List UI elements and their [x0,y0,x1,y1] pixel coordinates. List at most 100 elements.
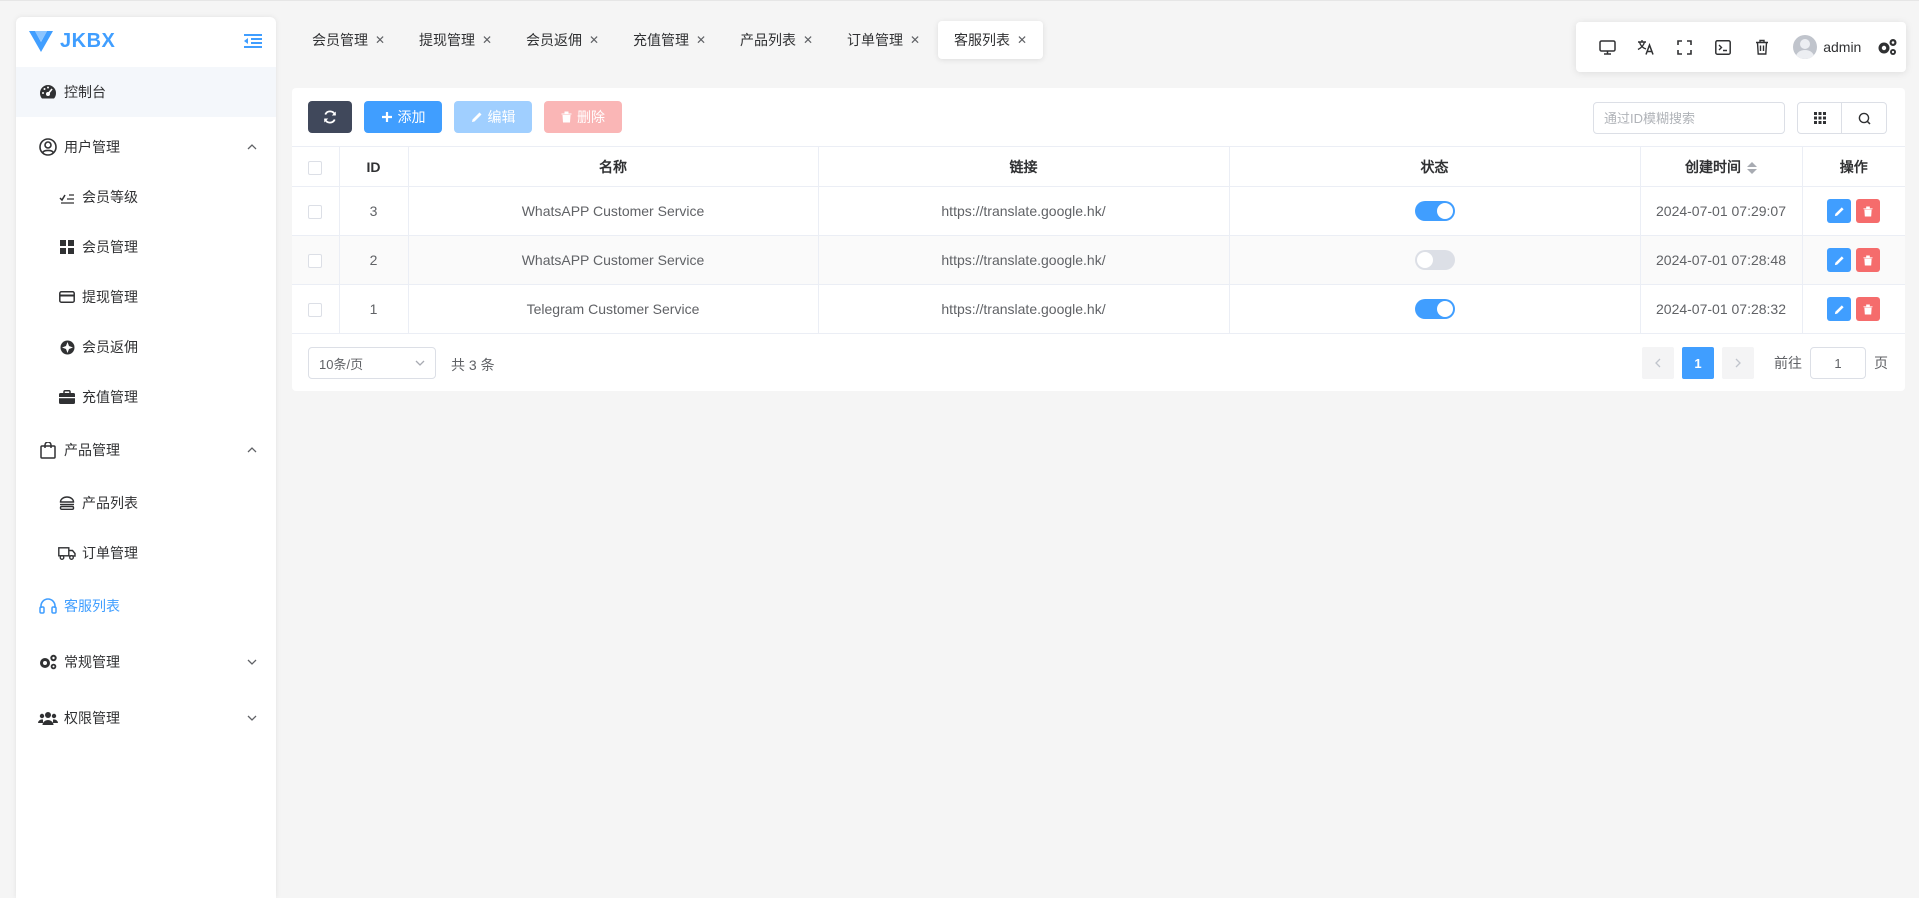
terminal-button[interactable] [1704,27,1743,67]
cell-status [1229,235,1641,285]
submenu-recharge-management[interactable]: 充值管理 [16,372,276,422]
tab-member-commission[interactable]: 会员返佣 ✕ [510,21,615,59]
row-delete-button[interactable] [1856,248,1881,272]
select-all-cell [292,146,340,187]
user-menu[interactable]: admin [1793,35,1861,59]
action-bar: 添加 编辑 删除 [308,101,622,133]
view-button-group [1797,102,1887,134]
submenu-withdraw-management[interactable]: 提现管理 [16,272,276,322]
column-header-created[interactable]: 创建时间 [1640,146,1803,187]
submenu-member-management[interactable]: 会员管理 [16,222,276,272]
menu-general-management[interactable]: 常规管理 [16,637,276,687]
status-switch[interactable] [1414,299,1455,319]
sort-caret-icon[interactable] [1747,161,1757,174]
status-switch[interactable] [1414,201,1455,221]
search-button[interactable] [1842,102,1887,134]
trash-icon [1755,39,1768,55]
delete-button-label: 删除 [577,109,605,125]
status-switch[interactable] [1414,250,1455,270]
next-page-button[interactable] [1722,347,1754,379]
level-check-icon [58,188,76,206]
tab-label: 客服列表 [954,32,1010,48]
tab-order-management[interactable]: 订单管理 ✕ [831,21,936,59]
row-checkbox[interactable] [308,205,323,220]
tab-product-list[interactable]: 产品列表 ✕ [724,21,829,59]
username: admin [1823,39,1862,55]
cell-link: https://translate.google.hk/ [818,284,1230,334]
table-row: 1 Telegram Customer Service https://tran… [292,284,1905,334]
select-all-checkbox[interactable] [308,160,323,175]
close-icon[interactable]: ✕ [482,33,492,47]
submenu-order-management[interactable]: 订单管理 [16,528,276,578]
submenu-withdraw-management-label: 提现管理 [82,289,138,305]
page-size-value: 10条/页 [319,356,364,372]
menu-dashboard[interactable]: 控制台 [16,67,276,117]
column-toggle-button[interactable] [1797,102,1842,134]
row-edit-button[interactable] [1827,199,1852,223]
refresh-button[interactable] [308,101,352,133]
cell-link: https://translate.google.hk/ [818,186,1230,236]
search-input[interactable] [1593,102,1785,134]
close-icon[interactable]: ✕ [803,33,813,47]
page-number-button[interactable]: 1 [1682,347,1714,379]
column-header: 链接 [818,146,1230,187]
cell-name: WhatsAPP Customer Service [408,235,819,285]
tab-label: 会员返佣 [526,32,582,48]
tab-member-management[interactable]: 会员管理 ✕ [296,21,401,59]
menu-customer-service[interactable]: 客服列表 [16,581,276,631]
tab-customer-service[interactable]: 客服列表 ✕ [938,21,1043,59]
delete-button[interactable]: 删除 [544,101,622,133]
submenu-member-commission[interactable]: 会员返佣 [16,322,276,372]
close-icon[interactable]: ✕ [375,33,385,47]
language-button[interactable] [1627,27,1666,67]
trash-icon [1863,304,1873,314]
edit-button[interactable]: 编辑 [454,101,532,133]
close-icon[interactable]: ✕ [589,33,599,47]
menu-customer-service-label: 客服列表 [64,598,120,614]
tab-withdraw-management[interactable]: 提现管理 ✕ [403,21,508,59]
collapse-menu-button[interactable] [242,30,264,52]
menu-permission-management[interactable]: 权限管理 [16,693,276,743]
close-icon[interactable]: ✕ [1017,33,1027,47]
goto-label: 前往 [1774,355,1802,371]
close-icon[interactable]: ✕ [910,33,920,47]
settings-gears-icon [1878,39,1897,55]
fullscreen-button[interactable] [1665,27,1704,67]
row-edit-button[interactable] [1827,248,1852,272]
column-header-label: 创建时间 [1685,158,1741,175]
chevron-left-icon [1655,358,1661,368]
submenu-order-management-label: 订单管理 [82,545,138,561]
submenu-member-management-label: 会员管理 [82,239,138,255]
prev-page-button[interactable] [1642,347,1674,379]
row-delete-button[interactable] [1856,297,1881,321]
row-delete-button[interactable] [1856,199,1881,223]
translate-icon [1637,40,1654,55]
add-button-label: 添加 [397,109,426,125]
goto-page-input[interactable] [1810,347,1866,379]
menu-product-management[interactable]: 产品管理 [16,425,276,475]
plus-icon [381,111,393,123]
column-header: 操作 [1802,146,1905,187]
headset-icon [38,596,58,616]
chevron-down-icon [246,656,258,668]
row-edit-button[interactable] [1827,297,1852,321]
add-button[interactable]: 添加 [364,101,442,133]
row-checkbox[interactable] [308,254,323,269]
menu-user-management[interactable]: 用户管理 [16,122,276,172]
submenu-product-list[interactable]: 产品列表 [16,478,276,528]
column-header: 状态 [1229,146,1641,187]
logo-icon [29,31,53,52]
submenu-member-level[interactable]: 会员等级 [16,172,276,222]
clear-cache-button[interactable] [1743,27,1782,67]
row-checkbox[interactable] [308,303,323,318]
avatar [1793,35,1818,59]
page-size-select[interactable]: 10条/页 [308,347,436,379]
close-icon[interactable]: ✕ [696,33,706,47]
monitor-button[interactable] [1588,27,1627,67]
total-count: 共 3 条 [451,357,495,373]
grid-icon [1813,112,1826,124]
cell-created: 2024-07-01 07:28:48 [1640,235,1803,285]
settings-button[interactable] [1867,27,1906,67]
tab-recharge-management[interactable]: 充值管理 ✕ [617,21,722,59]
pencil-icon [1834,255,1844,265]
